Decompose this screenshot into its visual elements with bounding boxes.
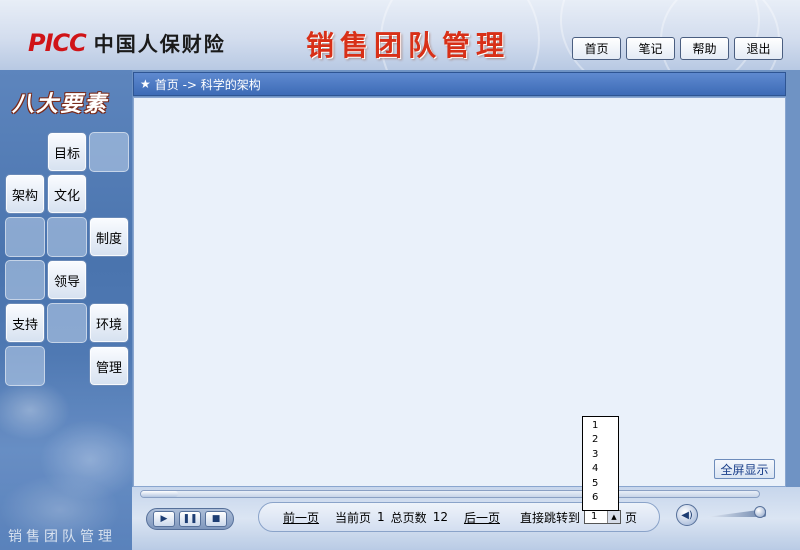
progress-fill <box>141 491 179 497</box>
tile-system[interactable]: 制度 <box>89 217 129 257</box>
page-option[interactable]: 2 <box>583 433 618 447</box>
page-select-value: 1 <box>591 511 598 522</box>
current-page-value: 1 <box>377 510 385 524</box>
total-pages-label: 总页数 <box>390 510 427 525</box>
volume-slider-thumb[interactable] <box>754 506 766 518</box>
tile-leadership[interactable]: 领导 <box>47 260 87 300</box>
tile-empty <box>47 303 87 343</box>
content-panel <box>133 97 786 487</box>
help-button[interactable]: 帮助 <box>680 37 729 60</box>
stop-icon[interactable]: ■ <box>205 511 227 527</box>
home-button[interactable]: 首页 <box>572 37 621 60</box>
brand: PICC 中国人保财险 <box>28 28 226 57</box>
brand-name: 中国人保财险 <box>93 32 226 56</box>
tile-empty <box>5 346 45 386</box>
current-page-label: 当前页 <box>335 510 372 525</box>
page-suffix: 页 <box>625 510 638 525</box>
sidebar-heading: 八大要素 <box>12 91 109 117</box>
page-option[interactable]: 4 <box>583 462 618 476</box>
notes-button[interactable]: 笔记 <box>626 37 675 60</box>
sidebar-footer: 销售团队管理 <box>8 529 116 545</box>
play-icon[interactable]: ▶ <box>153 511 175 527</box>
breadcrumb-path: 首页 -> 科学的架构 <box>154 77 261 92</box>
progress-track[interactable] <box>140 490 760 498</box>
page-option[interactable]: 6 <box>583 491 618 505</box>
star-icon: ★ <box>140 77 151 91</box>
pause-icon[interactable]: ❚❚ <box>179 511 201 527</box>
tile-empty <box>5 260 45 300</box>
tile-management[interactable]: 管理 <box>89 346 129 386</box>
tile-support[interactable]: 支持 <box>5 303 45 343</box>
jump-label: 直接跳转到 <box>519 510 580 525</box>
tile-empty <box>47 217 87 257</box>
header: PICC 中国人保财险 销售团队管理 首页 笔记 帮助 退出 <box>0 0 800 70</box>
tile-culture[interactable]: 文化 <box>47 174 87 214</box>
page-dropdown-list: 1 2 3 4 5 6 <box>582 416 619 511</box>
page-option[interactable]: 5 <box>583 477 618 491</box>
prev-page-link[interactable]: 前一页 <box>283 509 319 526</box>
tile-goal[interactable]: 目标 <box>47 132 87 172</box>
total-pages-value: 12 <box>432 510 448 524</box>
next-page-link[interactable]: 后一页 <box>464 509 500 526</box>
page-option[interactable]: 1 <box>583 419 618 433</box>
sidebar: 八大要素 目标 架构 文化 制度 领导 支持 环境 管理 销售团队管理 <box>0 70 132 550</box>
chevron-up-icon[interactable]: ▲ <box>607 511 620 523</box>
top-nav: 首页 笔记 帮助 退出 <box>572 37 783 60</box>
exit-button[interactable]: 退出 <box>734 37 783 60</box>
page-select[interactable]: 1 ▲ <box>584 510 621 524</box>
volume-icon[interactable]: ◀) <box>676 504 698 526</box>
media-controls: ▶ ❚❚ ■ <box>146 508 234 530</box>
fullscreen-button[interactable]: 全屏显示 <box>714 459 775 479</box>
tile-empty <box>89 132 129 172</box>
tile-environment[interactable]: 环境 <box>89 303 129 343</box>
brand-logo: PICC <box>28 28 87 57</box>
tile-structure[interactable]: 架构 <box>5 174 45 214</box>
app-title: 销售团队管理 <box>306 29 511 62</box>
page-option[interactable]: 3 <box>583 448 618 462</box>
breadcrumb: ★ 首页 -> 科学的架构 <box>133 72 786 96</box>
tile-empty <box>5 217 45 257</box>
